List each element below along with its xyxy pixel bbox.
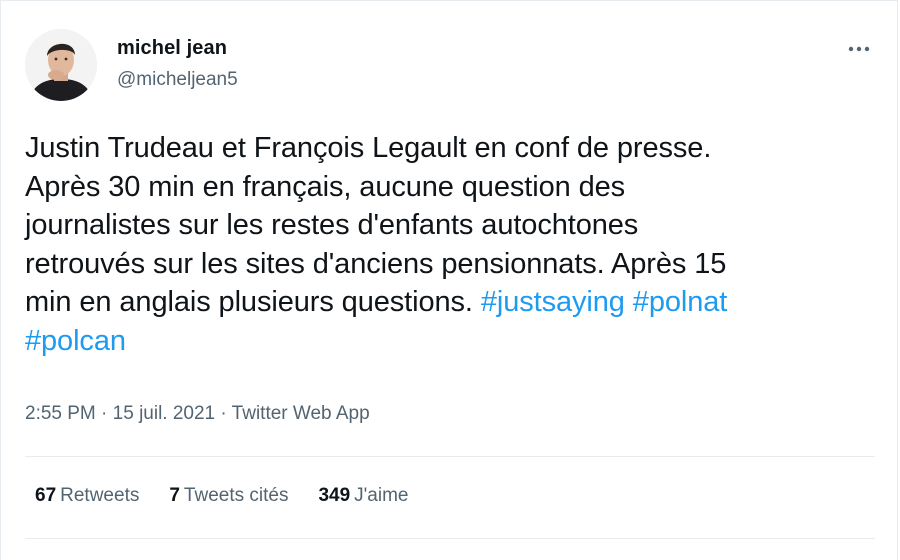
quote-tweets-count: 7 bbox=[169, 485, 180, 506]
avatar[interactable] bbox=[25, 29, 97, 101]
tweet-time[interactable]: 2:55 PM bbox=[25, 403, 96, 424]
tweet-source[interactable]: Twitter Web App bbox=[232, 403, 370, 424]
likes-label: J'aime bbox=[354, 485, 409, 506]
more-horizontal-icon bbox=[848, 46, 870, 52]
retweets-label: Retweets bbox=[60, 485, 140, 506]
tweet-card: michel jean @micheljean5 Justin Trudeau … bbox=[0, 0, 898, 560]
more-options-button[interactable] bbox=[841, 39, 877, 59]
hashtag-link[interactable]: #polnat bbox=[633, 286, 728, 318]
avatar-photo bbox=[25, 29, 97, 101]
tweet-date[interactable]: 15 juil. 2021 bbox=[113, 403, 215, 424]
quote-tweets-stat[interactable]: 7 Tweets cités bbox=[169, 485, 288, 507]
divider bbox=[25, 456, 875, 457]
separator: · bbox=[215, 403, 232, 424]
tweet-stats: 67 Retweets 7 Tweets cités 349 J'aime bbox=[35, 485, 438, 507]
divider bbox=[25, 538, 875, 539]
tweet-metadata: 2:55 PM · 15 juil. 2021 · Twitter Web Ap… bbox=[25, 403, 370, 425]
likes-count: 349 bbox=[318, 485, 351, 506]
hashtag-link[interactable]: #polcan bbox=[25, 325, 126, 357]
separator: · bbox=[95, 403, 113, 424]
quote-tweets-label: Tweets cités bbox=[183, 485, 289, 506]
likes-stat[interactable]: 349 J'aime bbox=[318, 485, 408, 507]
retweets-stat[interactable]: 67 Retweets bbox=[35, 485, 139, 507]
retweets-count: 67 bbox=[35, 485, 57, 506]
display-name[interactable]: michel jean bbox=[117, 37, 227, 60]
hashtag-link[interactable]: #justsaying bbox=[481, 286, 625, 318]
user-handle[interactable]: @micheljean5 bbox=[117, 69, 238, 91]
tweet-text: Justin Trudeau et François Legault en co… bbox=[25, 129, 885, 360]
